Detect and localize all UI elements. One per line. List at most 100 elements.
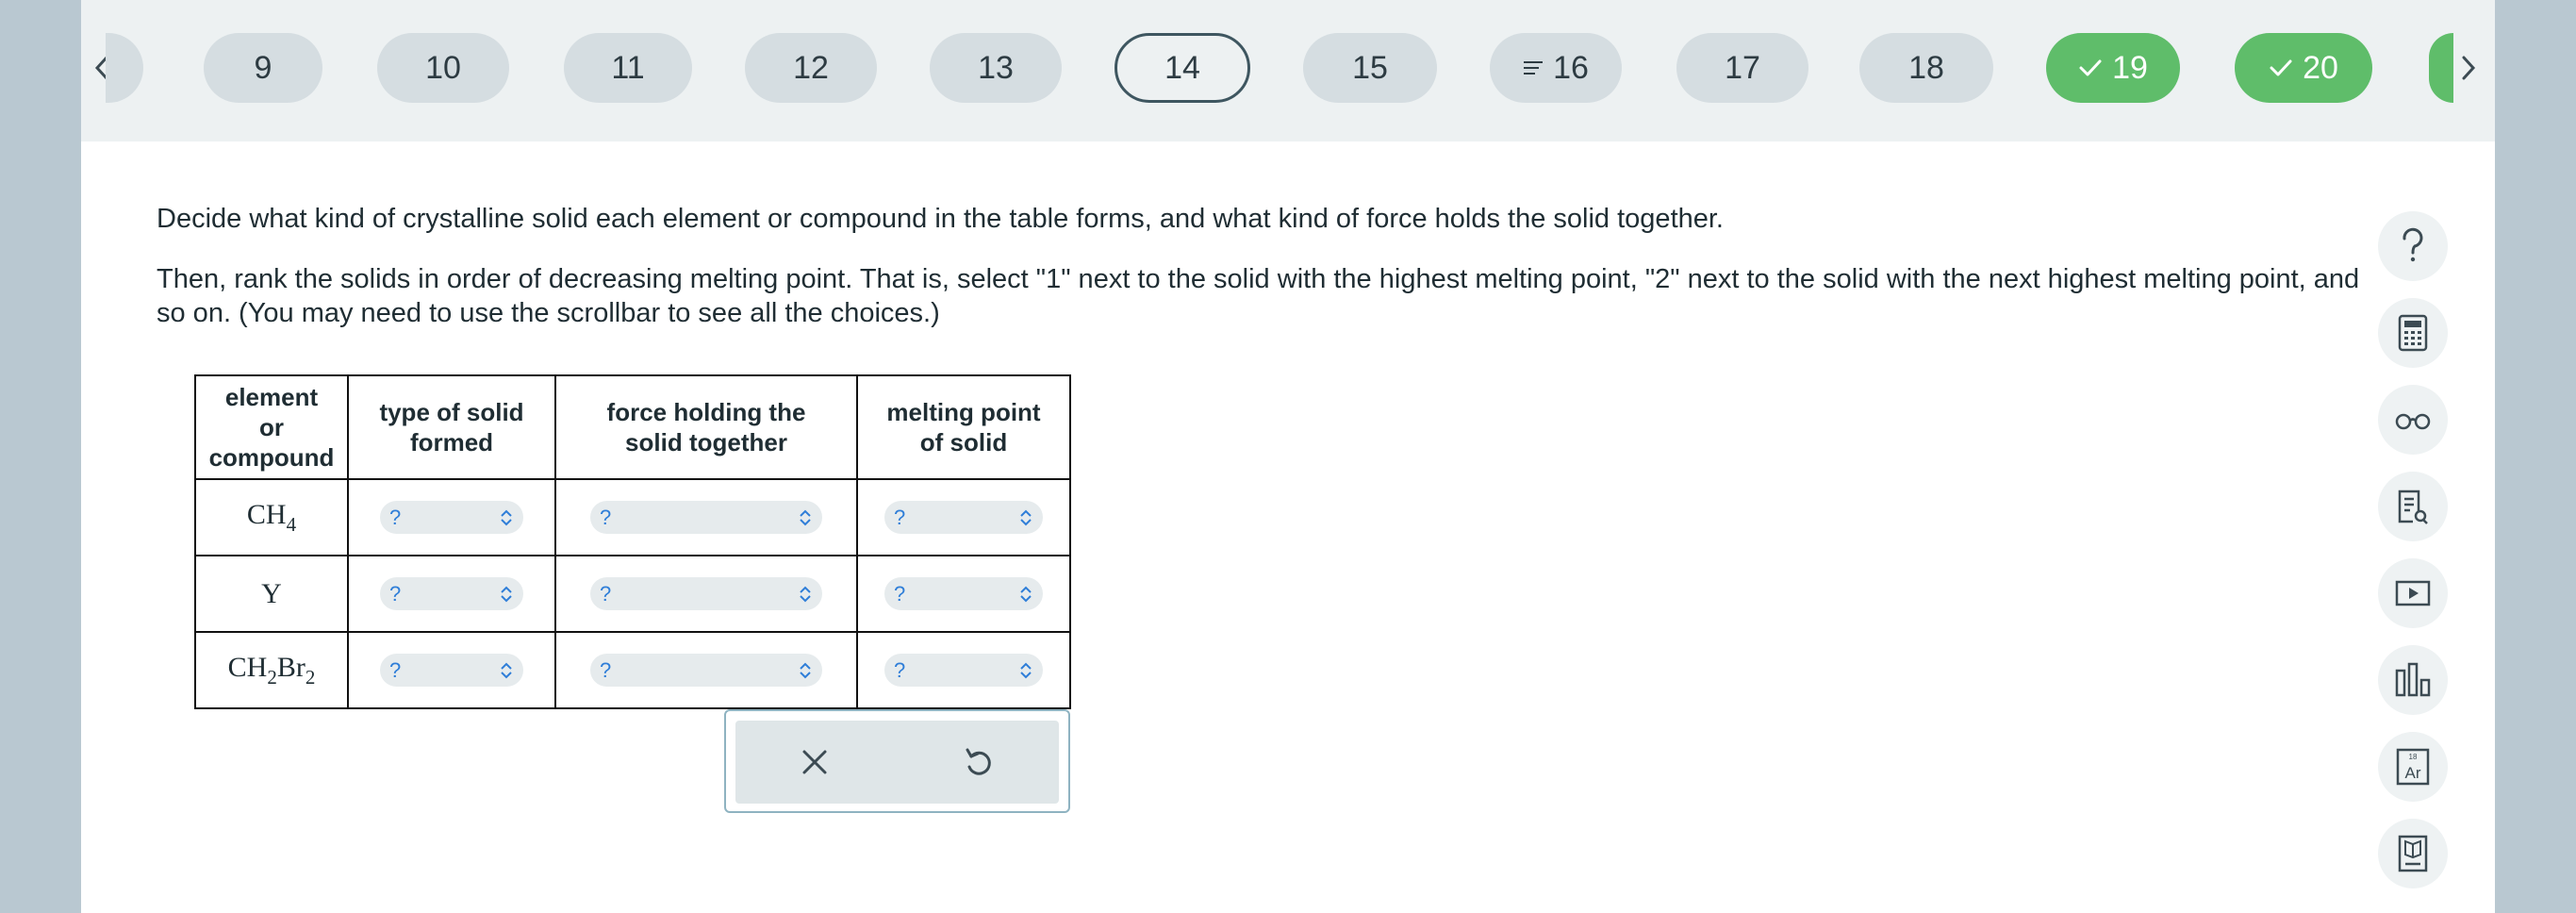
chevron-right-icon xyxy=(2462,56,2476,80)
formula-text: CH xyxy=(227,651,268,683)
formula-subscript: 2 xyxy=(267,665,277,689)
chevron-updown-icon xyxy=(800,509,811,525)
book-reader-icon xyxy=(2398,835,2428,872)
force-cell: ? xyxy=(554,631,858,709)
question-number: 15 xyxy=(1352,49,1388,86)
question-number: 17 xyxy=(1725,49,1760,86)
chevron-updown-icon xyxy=(1020,586,1032,602)
formula-text: CH xyxy=(246,498,287,530)
select-value: ? xyxy=(600,657,612,682)
help-button[interactable] xyxy=(2378,211,2448,281)
question-pill-14-current[interactable]: 14 xyxy=(1115,33,1250,103)
undo-button[interactable] xyxy=(958,741,999,783)
chevron-updown-icon xyxy=(501,662,512,678)
select-value: ? xyxy=(600,505,612,529)
question-number: 13 xyxy=(978,49,1014,86)
clear-button[interactable] xyxy=(794,741,835,783)
question-pill-9[interactable]: 9 xyxy=(204,33,322,103)
question-pill-20-done[interactable]: 20 xyxy=(2235,33,2372,103)
answer-table: element or compound type of solid formed… xyxy=(194,374,1071,709)
question-pill-15[interactable]: 15 xyxy=(1303,33,1437,103)
compound-cell: CH4 xyxy=(194,478,349,556)
melting-select[interactable]: ? xyxy=(884,501,1043,534)
compound-cell: Y xyxy=(194,555,349,633)
question-instruction-2: Then, rank the solids in order of decrea… xyxy=(157,264,2360,328)
melting-select[interactable]: ? xyxy=(884,654,1043,687)
question-number: 19 xyxy=(2112,49,2148,86)
melting-cell: ? xyxy=(856,631,1071,709)
header-text: of solid xyxy=(919,428,1008,456)
chevron-updown-icon xyxy=(1020,662,1032,678)
chevron-updown-icon xyxy=(501,509,512,525)
question-instruction-1: Decide what kind of crystalline solid ea… xyxy=(157,204,1724,234)
melting-select[interactable]: ? xyxy=(884,577,1043,610)
header-text: or xyxy=(259,413,284,441)
question-pill-19-done[interactable]: 19 xyxy=(2046,33,2180,103)
formula-text: Br xyxy=(276,651,305,683)
question-number: 14 xyxy=(1164,49,1200,86)
question-pill-partial[interactable] xyxy=(106,33,143,103)
header-text: formed xyxy=(409,428,494,456)
chevron-updown-icon xyxy=(1020,509,1032,525)
chevron-updown-icon xyxy=(800,662,811,678)
check-icon xyxy=(2269,58,2293,78)
question-pill-12[interactable]: 12 xyxy=(745,33,877,103)
melting-cell: ? xyxy=(856,478,1071,556)
bar-chart-icon xyxy=(2395,662,2431,697)
type-select[interactable]: ? xyxy=(380,654,523,687)
formula-subscript: 4 xyxy=(286,512,297,536)
nav-next-button[interactable] xyxy=(2450,47,2487,89)
video-button[interactable] xyxy=(2378,558,2448,628)
melting-cell: ? xyxy=(856,555,1071,633)
formula-subscript: 2 xyxy=(305,665,316,689)
force-select[interactable]: ? xyxy=(590,501,822,534)
select-value: ? xyxy=(894,505,906,529)
data-explorer-button[interactable] xyxy=(2378,472,2448,541)
header-element: element or compound xyxy=(194,374,349,480)
type-cell: ? xyxy=(347,478,556,556)
type-select[interactable]: ? xyxy=(380,501,523,534)
header-text: element xyxy=(224,383,319,411)
close-icon xyxy=(802,750,827,774)
chevron-updown-icon xyxy=(800,586,811,602)
reading-glasses-button[interactable] xyxy=(2378,385,2448,455)
question-mark-icon xyxy=(2403,227,2423,262)
check-icon xyxy=(2078,58,2103,78)
select-value: ? xyxy=(600,581,612,606)
answer-actions-popover xyxy=(724,709,1070,813)
question-number: 10 xyxy=(425,49,461,86)
question-pill-10[interactable]: 10 xyxy=(377,33,509,103)
header-text: force holding the xyxy=(606,398,806,426)
question-pill-17[interactable]: 17 xyxy=(1676,33,1808,103)
question-pill-11[interactable]: 11 xyxy=(564,33,692,103)
question-number: 9 xyxy=(254,49,272,86)
undo-icon xyxy=(966,748,991,775)
header-text: type of solid xyxy=(379,398,524,426)
type-select[interactable]: ? xyxy=(380,577,523,610)
header-force: force holding the solid together xyxy=(554,374,858,480)
periodic-table-icon: 18 Ar xyxy=(2396,748,2430,786)
select-value: ? xyxy=(389,581,402,606)
periodic-table-button[interactable]: 18 Ar xyxy=(2378,732,2448,802)
chart-tool-button[interactable] xyxy=(2378,645,2448,715)
header-text: compound xyxy=(208,443,335,472)
question-pill-16[interactable]: 16 xyxy=(1490,33,1622,103)
question-number: 12 xyxy=(793,49,829,86)
play-video-icon xyxy=(2395,580,2431,606)
force-select[interactable]: ? xyxy=(590,654,822,687)
header-type-of-solid: type of solid formed xyxy=(347,374,556,480)
table-header-row: element or compound type of solid formed… xyxy=(194,374,1071,480)
table-row: Y ? ? ? xyxy=(194,555,1071,633)
select-value: ? xyxy=(894,581,906,606)
question-number: 18 xyxy=(1908,49,1944,86)
main-panel: 9 10 11 12 13 14 15 16 17 18 19 20 Decid… xyxy=(81,0,2495,913)
chevron-updown-icon xyxy=(501,586,512,602)
force-select[interactable]: ? xyxy=(590,577,822,610)
question-pill-18[interactable]: 18 xyxy=(1859,33,1993,103)
type-cell: ? xyxy=(347,631,556,709)
textbook-button[interactable] xyxy=(2378,819,2448,888)
calculator-button[interactable] xyxy=(2378,298,2448,368)
left-margin xyxy=(0,0,81,913)
table-row: CH4 ? ? ? xyxy=(194,478,1071,556)
question-pill-13[interactable]: 13 xyxy=(930,33,1062,103)
